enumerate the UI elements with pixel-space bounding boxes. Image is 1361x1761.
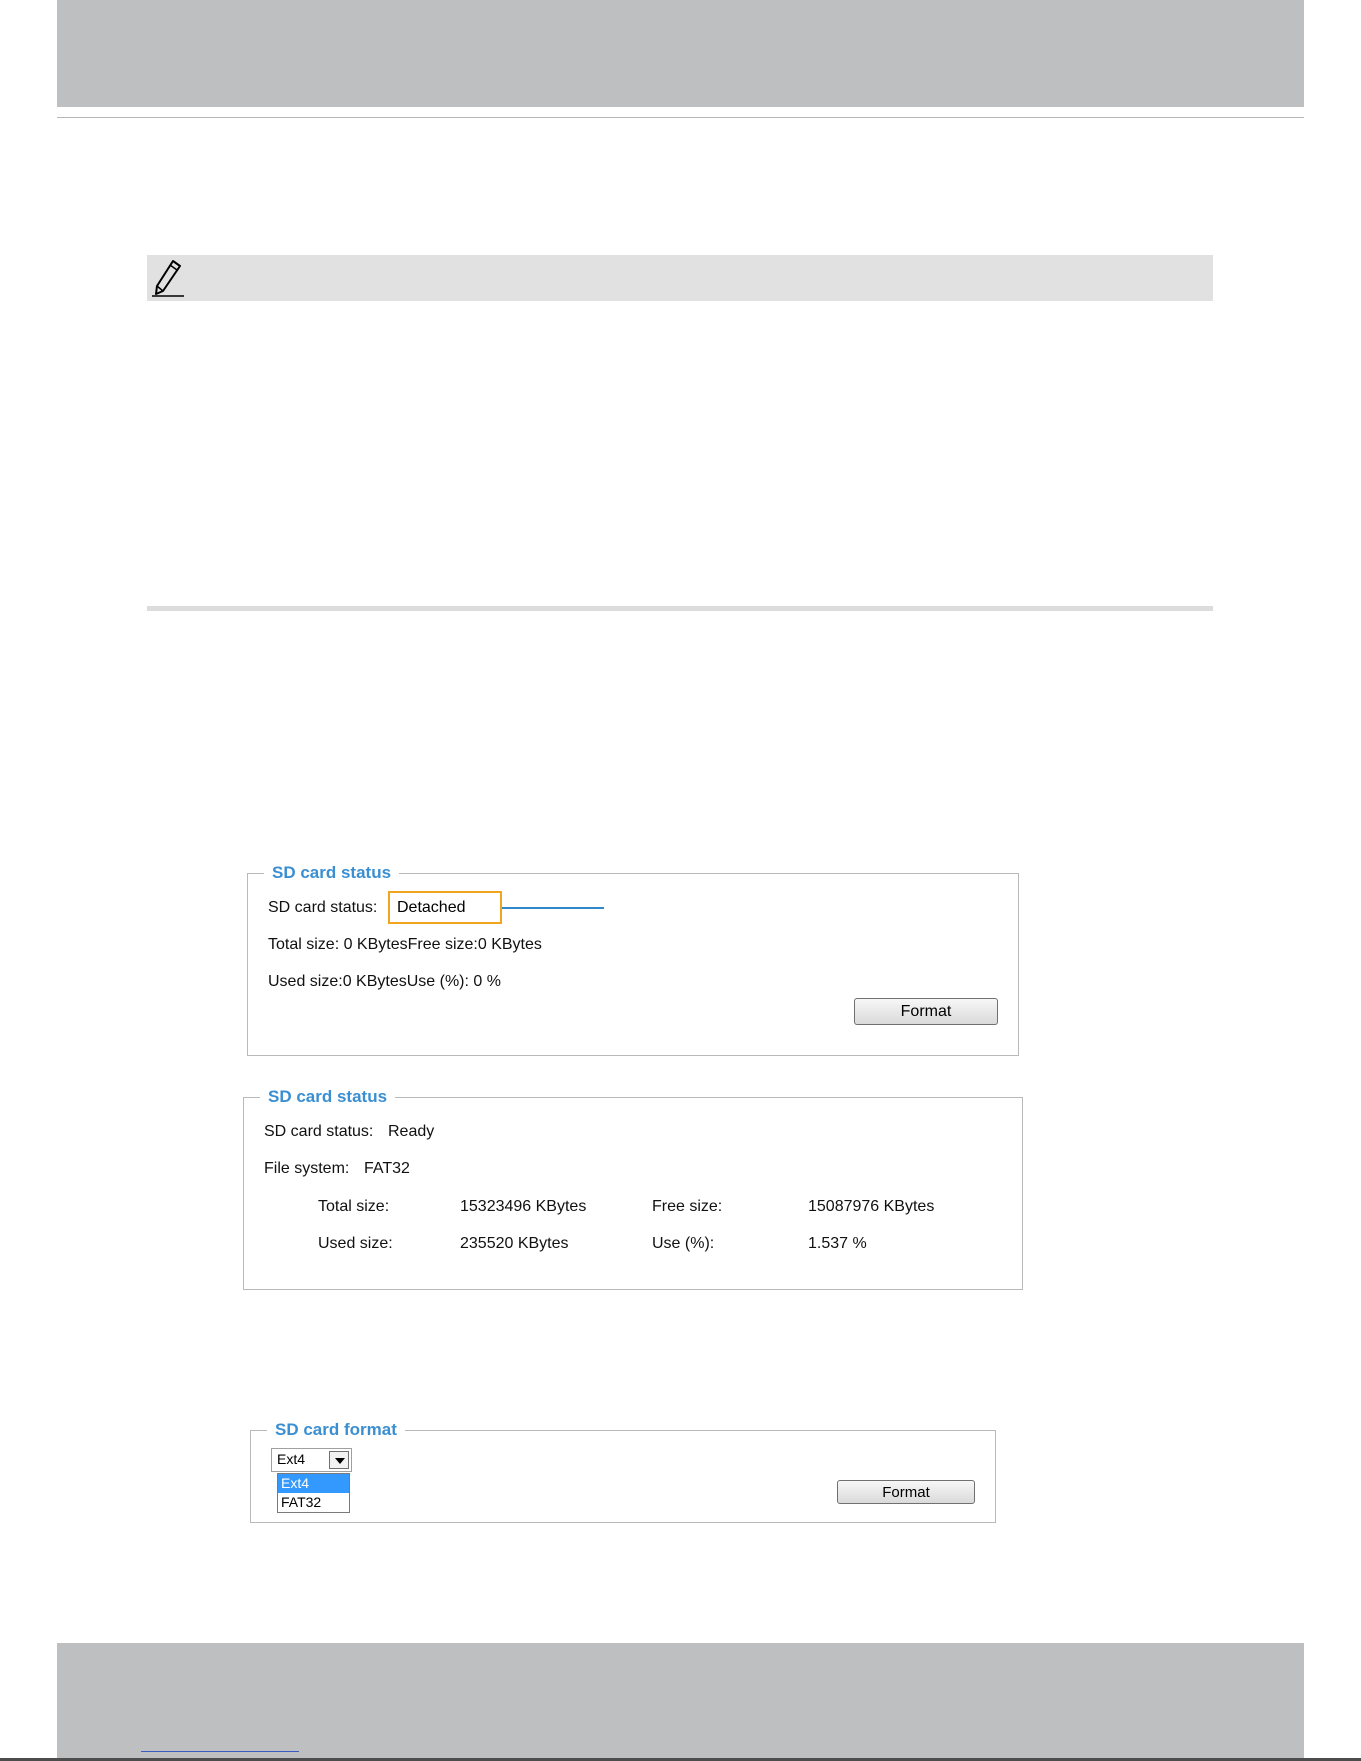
file-system-value: FAT32 <box>364 1160 410 1177</box>
sd-card-status-detached-panel: SD card status SD card status: Detached … <box>247 863 1019 1056</box>
format-button[interactable]: Format <box>854 998 998 1025</box>
status-value: Ready <box>388 1123 435 1140</box>
callout-line <box>502 907 604 909</box>
used-size-value: 235520 KBytes <box>460 1235 569 1252</box>
sd-card-status-ready-panel: SD card status SD card status: Ready Fil… <box>243 1087 1023 1290</box>
status-label: SD card status: <box>264 1123 374 1140</box>
pencil-icon <box>152 260 184 297</box>
used-line: Used size:0 KBytesUse (%): 0 % <box>268 973 501 990</box>
total-size-label: Total size: <box>318 1198 390 1215</box>
section-divider <box>147 606 1213 611</box>
file-system-dropdown: Ext4 FAT32 <box>277 1473 350 1513</box>
header-band <box>57 0 1304 107</box>
file-system-label: File system: <box>264 1160 350 1177</box>
total-size-value: 15323496 KBytes <box>460 1198 587 1215</box>
footer-link-underline <box>141 1751 299 1752</box>
footer-band <box>57 1643 1304 1761</box>
used-size-label: Used size: <box>318 1235 393 1252</box>
file-system-select[interactable]: Ext4 <box>271 1448 352 1472</box>
panel-legend: SD card status <box>272 863 392 882</box>
status-label: SD card status: <box>268 899 378 916</box>
use-percent-label: Use (%): <box>652 1235 715 1252</box>
panel-legend: SD card status <box>268 1087 388 1106</box>
dropdown-option-ext4[interactable]: Ext4 <box>278 1474 349 1493</box>
chevron-down-icon[interactable] <box>329 1451 349 1469</box>
format-button[interactable]: Format <box>837 1480 975 1504</box>
dropdown-option-fat32[interactable]: FAT32 <box>278 1493 349 1512</box>
panel-legend: SD card format <box>275 1420 397 1439</box>
select-value: Ext4 <box>277 1451 306 1467</box>
status-value-highlight: Detached <box>388 891 502 924</box>
note-bar <box>147 255 1213 301</box>
free-size-label: Free size: <box>652 1198 723 1215</box>
sd-card-format-panel: SD card format Ext4 Ext4 FAT32 Format <box>250 1420 996 1523</box>
free-size-value: 15087976 KBytes <box>808 1198 935 1215</box>
use-percent-value: 1.537 % <box>808 1235 867 1252</box>
header-rule <box>57 117 1304 118</box>
size-line: Total size: 0 KBytesFree size:0 KBytes <box>268 936 542 953</box>
